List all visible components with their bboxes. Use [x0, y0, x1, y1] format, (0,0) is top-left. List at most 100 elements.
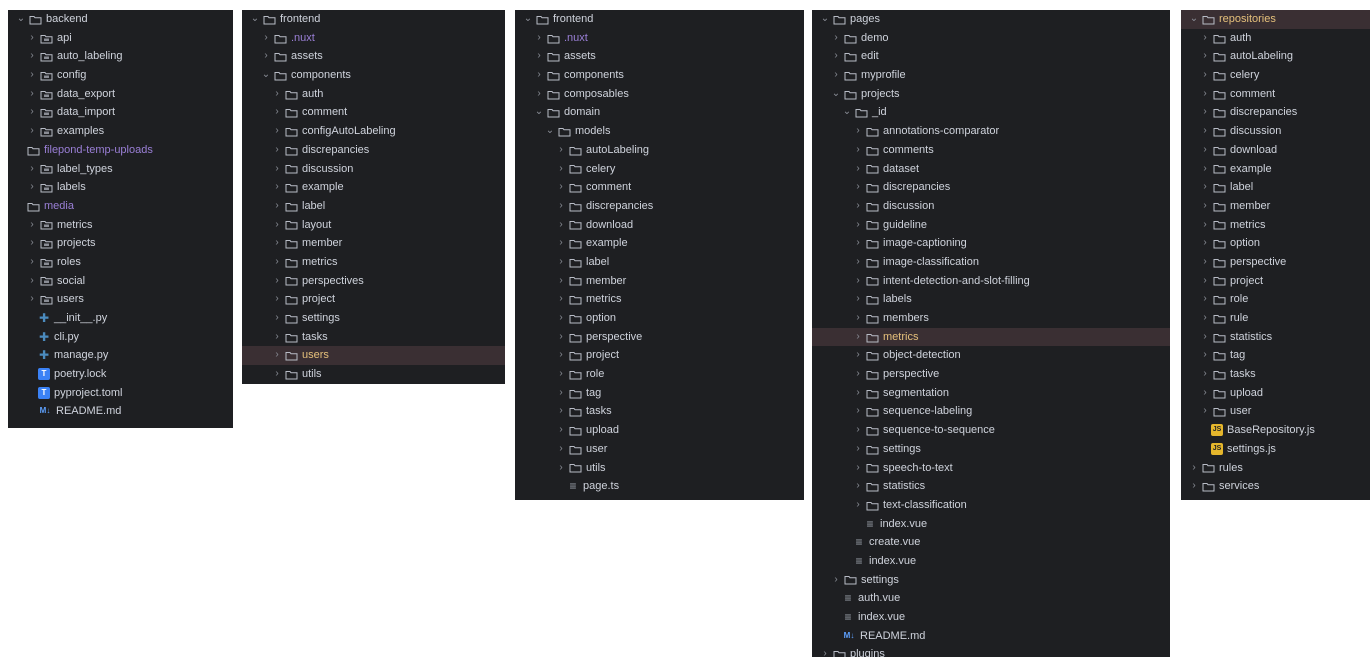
chevron-right-icon[interactable]: › — [556, 440, 566, 458]
chevron-right-icon[interactable]: › — [1200, 66, 1210, 84]
chevron-right-icon[interactable]: › — [853, 197, 863, 215]
tree-item[interactable]: ⌄ backend — [8, 10, 233, 29]
tree-item[interactable]: › auth — [242, 85, 505, 104]
tree-item[interactable]: › perspective — [515, 328, 804, 347]
chevron-right-icon[interactable]: › — [272, 197, 282, 215]
tree-item[interactable]: › services — [1181, 477, 1370, 496]
tree-item[interactable]: ⌄ _id — [812, 103, 1170, 122]
tree-item[interactable]: › discussion — [812, 197, 1170, 216]
tree-item[interactable]: › labels — [812, 290, 1170, 309]
chevron-down-icon[interactable]: ⌄ — [842, 104, 852, 122]
tree-item[interactable]: › perspective — [812, 365, 1170, 384]
chevron-right-icon[interactable]: › — [1200, 48, 1210, 66]
tree-item[interactable]: › demo — [812, 29, 1170, 48]
tree-item[interactable]: › composables — [515, 85, 804, 104]
chevron-right-icon[interactable]: › — [1200, 291, 1210, 309]
tree-item[interactable]: › edit — [812, 47, 1170, 66]
chevron-right-icon[interactable]: › — [853, 347, 863, 365]
tree-item[interactable]: › members — [812, 309, 1170, 328]
chevron-right-icon[interactable]: › — [1200, 328, 1210, 346]
chevron-right-icon[interactable]: › — [1200, 85, 1210, 103]
chevron-right-icon[interactable]: › — [534, 85, 544, 103]
tree-item[interactable]: › metrics — [242, 253, 505, 272]
chevron-right-icon[interactable]: › — [853, 272, 863, 290]
chevron-right-icon[interactable]: › — [556, 421, 566, 439]
tree-item[interactable]: › perspectives — [242, 272, 505, 291]
chevron-right-icon[interactable]: › — [1200, 29, 1210, 47]
chevron-right-icon[interactable]: › — [556, 365, 566, 383]
tree-item[interactable]: › configAutoLabeling — [242, 122, 505, 141]
tree-item[interactable]: Tpoetry.lock — [8, 365, 233, 384]
chevron-right-icon[interactable]: › — [1189, 478, 1199, 496]
tree-item[interactable]: › users — [8, 290, 233, 309]
tree-item[interactable]: › tag — [1181, 346, 1370, 365]
chevron-right-icon[interactable]: › — [831, 66, 841, 84]
tree-item[interactable]: › .nuxt — [242, 29, 505, 48]
tree-item[interactable]: ≡ index.vue — [812, 608, 1170, 627]
tree-item[interactable]: filepond-temp-uploads — [8, 141, 233, 160]
chevron-right-icon[interactable]: › — [556, 197, 566, 215]
tree-item[interactable]: › project — [1181, 272, 1370, 291]
chevron-right-icon[interactable]: › — [556, 253, 566, 271]
chevron-right-icon[interactable]: › — [272, 272, 282, 290]
tree-item[interactable]: ✚ __init__.py — [8, 309, 233, 328]
tree-item[interactable]: › project — [515, 346, 804, 365]
chevron-right-icon[interactable]: › — [272, 253, 282, 271]
tree-item[interactable]: JS BaseRepository.js — [1181, 421, 1370, 440]
tree-item[interactable]: › label — [242, 197, 505, 216]
tree-item[interactable]: › settings — [242, 309, 505, 328]
tree-item[interactable]: ⌄ frontend — [515, 10, 804, 29]
tree-item[interactable]: › projects — [8, 234, 233, 253]
chevron-right-icon[interactable]: › — [1200, 384, 1210, 402]
chevron-right-icon[interactable]: › — [1200, 122, 1210, 140]
tree-item[interactable]: › data_import — [8, 103, 233, 122]
tree-item[interactable]: › comment — [1181, 85, 1370, 104]
tree-item[interactable]: ≡ auth.vue — [812, 589, 1170, 608]
chevron-right-icon[interactable]: › — [272, 328, 282, 346]
chevron-right-icon[interactable]: › — [831, 571, 841, 589]
chevron-right-icon[interactable]: › — [853, 403, 863, 421]
tree-item[interactable]: › object-detection — [812, 346, 1170, 365]
tree-item[interactable]: › member — [1181, 197, 1370, 216]
tree-item[interactable]: › data_export — [8, 85, 233, 104]
chevron-right-icon[interactable]: › — [853, 291, 863, 309]
chevron-right-icon[interactable]: › — [272, 291, 282, 309]
chevron-right-icon[interactable]: › — [556, 347, 566, 365]
tree-item[interactable]: › auth — [1181, 29, 1370, 48]
chevron-right-icon[interactable]: › — [556, 272, 566, 290]
tree-item[interactable]: ≡ index.vue — [812, 552, 1170, 571]
chevron-right-icon[interactable]: › — [534, 66, 544, 84]
tree-item[interactable]: Tpyproject.toml — [8, 384, 233, 403]
chevron-right-icon[interactable]: › — [853, 309, 863, 327]
tree-item[interactable]: › tasks — [242, 328, 505, 347]
tree-item[interactable]: › discussion — [242, 160, 505, 179]
chevron-right-icon[interactable]: › — [27, 48, 37, 66]
tree-item[interactable]: › celery — [515, 160, 804, 179]
tree-item[interactable]: › discrepancies — [242, 141, 505, 160]
chevron-down-icon[interactable]: ⌄ — [820, 10, 830, 28]
tree-item[interactable]: ≡ page.ts — [515, 477, 804, 496]
tree-item[interactable]: › assets — [515, 47, 804, 66]
tree-item[interactable]: › metrics — [8, 216, 233, 235]
chevron-down-icon[interactable]: ⌄ — [16, 10, 26, 28]
chevron-right-icon[interactable]: › — [853, 478, 863, 496]
chevron-right-icon[interactable]: › — [853, 122, 863, 140]
tree-item[interactable]: › member — [515, 272, 804, 291]
tree-item[interactable]: ≡ index.vue — [812, 515, 1170, 534]
tree-item[interactable]: ⌄ projects — [812, 85, 1170, 104]
chevron-right-icon[interactable]: › — [831, 48, 841, 66]
tree-item[interactable]: › metrics — [1181, 216, 1370, 235]
chevron-right-icon[interactable]: › — [1200, 253, 1210, 271]
tree-item[interactable]: › tag — [515, 384, 804, 403]
tree-item[interactable]: › config — [8, 66, 233, 85]
chevron-right-icon[interactable]: › — [1200, 104, 1210, 122]
tree-item[interactable]: media — [8, 197, 233, 216]
chevron-right-icon[interactable]: › — [853, 216, 863, 234]
chevron-right-icon[interactable]: › — [261, 48, 271, 66]
tree-item[interactable]: › roles — [8, 253, 233, 272]
tree-item[interactable]: ✚ cli.py — [8, 328, 233, 347]
tree-item[interactable]: › comment — [515, 178, 804, 197]
chevron-right-icon[interactable]: › — [272, 309, 282, 327]
tree-item[interactable]: › option — [1181, 234, 1370, 253]
chevron-right-icon[interactable]: › — [272, 122, 282, 140]
